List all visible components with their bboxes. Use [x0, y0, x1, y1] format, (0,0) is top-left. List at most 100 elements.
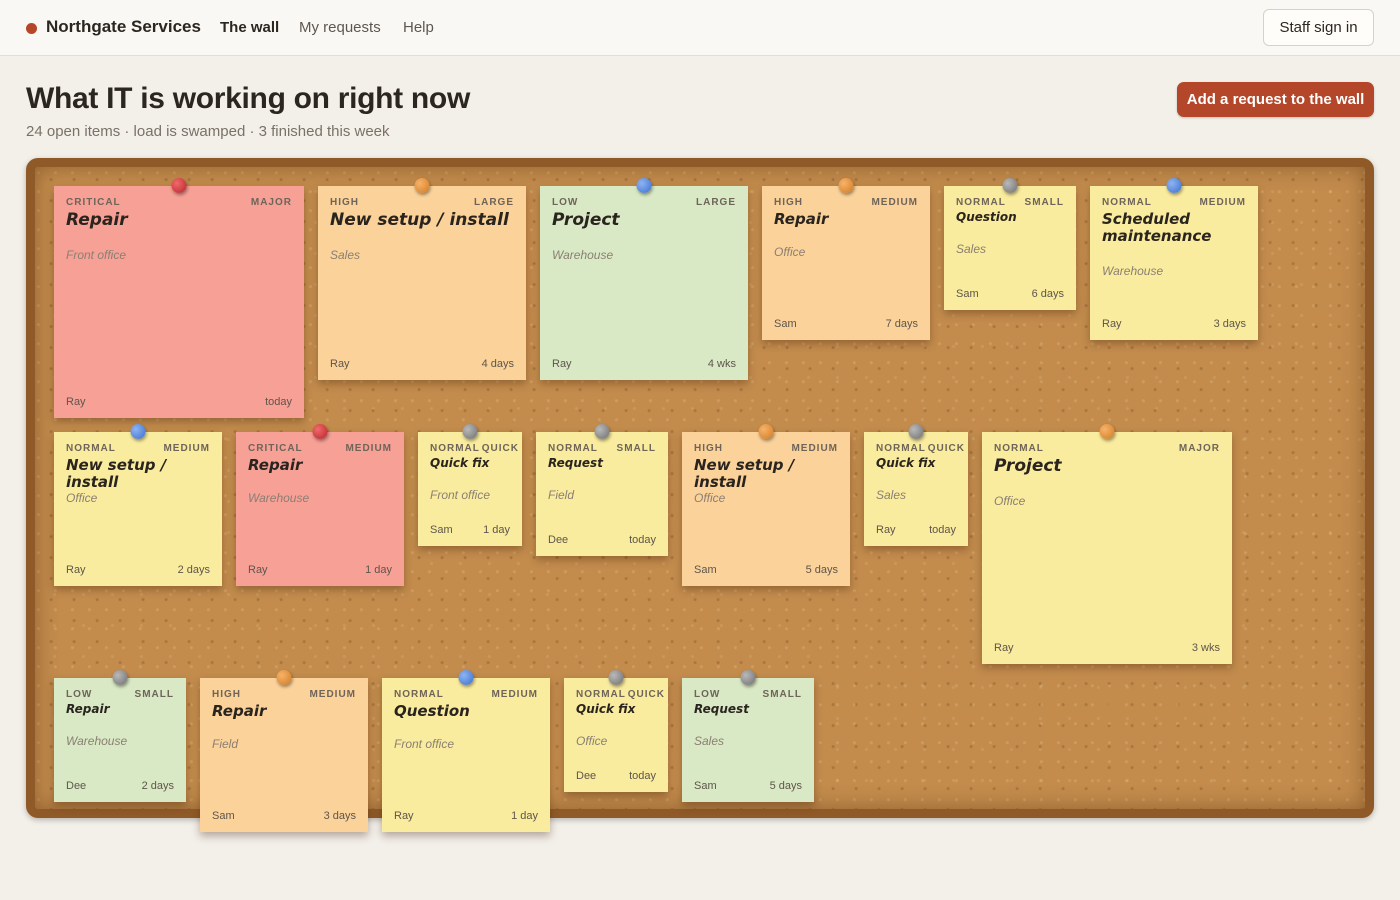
nav-link-my-requests[interactable]: My requests — [299, 19, 381, 36]
note-title: New setup / install — [66, 456, 167, 492]
pushpin-icon — [838, 178, 854, 193]
note-size: MEDIUM — [163, 443, 210, 454]
pushpin-icon — [112, 670, 128, 685]
note-location: Field — [212, 737, 239, 751]
note-size: QUICK — [481, 443, 519, 454]
note-priority: NORMAL — [430, 443, 480, 454]
note-priority: CRITICAL — [248, 443, 303, 454]
note-priority: HIGH — [330, 197, 359, 208]
sticky-note[interactable]: CRITICAL MAJOR Repair Front office Ray t… — [54, 178, 304, 418]
note-location: Office — [994, 494, 1026, 508]
note-assignee: Sam — [694, 564, 717, 576]
note-title: Scheduled maintenance — [1102, 210, 1212, 246]
note-assignee: Sam — [774, 318, 797, 330]
note-age: 3 days — [1213, 318, 1246, 330]
note-priority: HIGH — [774, 197, 803, 208]
note-size: QUICK — [927, 443, 965, 454]
page-subtitle: 24 open items · load is swamped · 3 fini… — [26, 123, 390, 140]
note-location: Office — [694, 491, 726, 505]
sticky-note[interactable]: NORMAL MAJOR Project Office Ray 3 wks — [982, 424, 1232, 664]
note-size: MEDIUM — [1199, 197, 1246, 208]
staff-sign-in-button[interactable]: Staff sign in — [1263, 9, 1374, 46]
pushpin-icon — [458, 670, 474, 685]
page-title: What IT is working on right now — [26, 82, 470, 115]
note-assignee: Ray — [66, 396, 86, 408]
sticky-note[interactable]: LOW SMALL Request Sales Sam 5 days — [682, 670, 814, 802]
brand-logo-icon — [26, 23, 37, 34]
note-priority: LOW — [552, 197, 579, 208]
sticky-note[interactable]: HIGH MEDIUM New setup / install Office S… — [682, 424, 850, 586]
sticky-note[interactable]: LOW SMALL Repair Warehouse Dee 2 days — [54, 670, 186, 802]
note-assignee: Ray — [394, 810, 414, 822]
pushpin-icon — [594, 424, 610, 439]
note-age: 3 days — [323, 810, 356, 822]
note-age: 6 days — [1031, 288, 1064, 300]
note-age: today — [265, 396, 292, 408]
note-age: 4 days — [481, 358, 514, 370]
pushpin-icon — [312, 424, 328, 439]
note-location: Warehouse — [66, 734, 128, 748]
pushpin-icon — [1166, 178, 1182, 193]
note-title: Repair — [66, 702, 110, 716]
note-title: Project — [552, 210, 620, 230]
note-size: MAJOR — [250, 197, 292, 208]
nav-link-the-wall[interactable]: The wall — [220, 19, 279, 36]
sticky-note[interactable]: NORMAL QUICK Quick fix Office Dee today — [564, 670, 668, 792]
note-title: Question — [956, 210, 1017, 224]
note-title: Question — [394, 702, 470, 720]
note-priority: NORMAL — [1102, 197, 1152, 208]
note-priority: LOW — [66, 689, 93, 700]
note-age: 2 days — [141, 780, 174, 792]
note-title: Repair — [66, 210, 128, 230]
nav-link-help[interactable]: Help — [403, 19, 434, 36]
note-priority: CRITICAL — [66, 197, 121, 208]
note-size: MEDIUM — [345, 443, 392, 454]
note-title: Quick fix — [576, 702, 636, 716]
sticky-note[interactable]: HIGH MEDIUM Repair Office Sam 7 days — [762, 178, 930, 340]
sticky-note[interactable]: NORMAL MEDIUM Scheduled maintenance Ware… — [1090, 178, 1258, 340]
sticky-note[interactable]: NORMAL QUICK Quick fix Front office Sam … — [418, 424, 522, 546]
note-size: MEDIUM — [791, 443, 838, 454]
note-age: 5 days — [769, 780, 802, 792]
note-assignee: Ray — [1102, 318, 1122, 330]
sticky-note[interactable]: NORMAL MEDIUM New setup / install Office… — [54, 424, 222, 586]
note-location: Front office — [66, 248, 127, 262]
sticky-note[interactable]: NORMAL SMALL Question Sales Sam 6 days — [944, 178, 1076, 310]
note-age: today — [629, 770, 656, 782]
note-assignee: Dee — [548, 534, 569, 546]
note-size: MAJOR — [1178, 443, 1220, 454]
note-title: New setup / install — [694, 456, 795, 492]
corkboard: CRITICAL MAJOR Repair Front office Ray t… — [26, 158, 1374, 832]
note-location: Office — [66, 491, 98, 505]
sticky-note[interactable]: CRITICAL MEDIUM Repair Warehouse Ray 1 d… — [236, 424, 404, 586]
note-location: Field — [548, 488, 575, 502]
note-priority: NORMAL — [876, 443, 926, 454]
note-title: Request — [694, 702, 749, 716]
note-title: Project — [994, 456, 1062, 476]
note-location: Front office — [394, 737, 455, 751]
note-size: SMALL — [134, 689, 174, 700]
sticky-note[interactable]: NORMAL QUICK Quick fix Sales Ray today — [864, 424, 968, 546]
add-request-button[interactable]: Add a request to the wall — [1177, 82, 1374, 117]
sticky-note[interactable]: NORMAL SMALL Request Field Dee today — [536, 424, 668, 556]
note-size: MEDIUM — [491, 689, 538, 700]
note-assignee: Dee — [576, 770, 597, 782]
sticky-note[interactable]: HIGH MEDIUM Repair Field Sam 3 days — [200, 670, 368, 832]
note-priority: NORMAL — [66, 443, 116, 454]
sticky-note[interactable]: NORMAL MEDIUM Question Front office Ray … — [382, 670, 550, 832]
note-priority: NORMAL — [956, 197, 1006, 208]
note-location: Warehouse — [248, 491, 310, 505]
sticky-note[interactable]: LOW LARGE Project Warehouse Ray 4 wks — [540, 178, 748, 380]
brand-name[interactable]: Northgate Services — [46, 17, 201, 37]
note-location: Front office — [430, 488, 491, 502]
note-location: Warehouse — [552, 248, 614, 262]
pushpin-icon — [462, 424, 478, 439]
note-location: Sales — [330, 248, 361, 262]
pushpin-icon — [171, 178, 187, 193]
note-assignee: Sam — [212, 810, 235, 822]
sticky-note[interactable]: HIGH LARGE New setup / install Sales Ray… — [318, 178, 526, 380]
note-location: Office — [774, 245, 806, 259]
note-priority: LOW — [694, 689, 721, 700]
note-title: Request — [548, 456, 603, 470]
note-assignee: Sam — [956, 288, 979, 300]
